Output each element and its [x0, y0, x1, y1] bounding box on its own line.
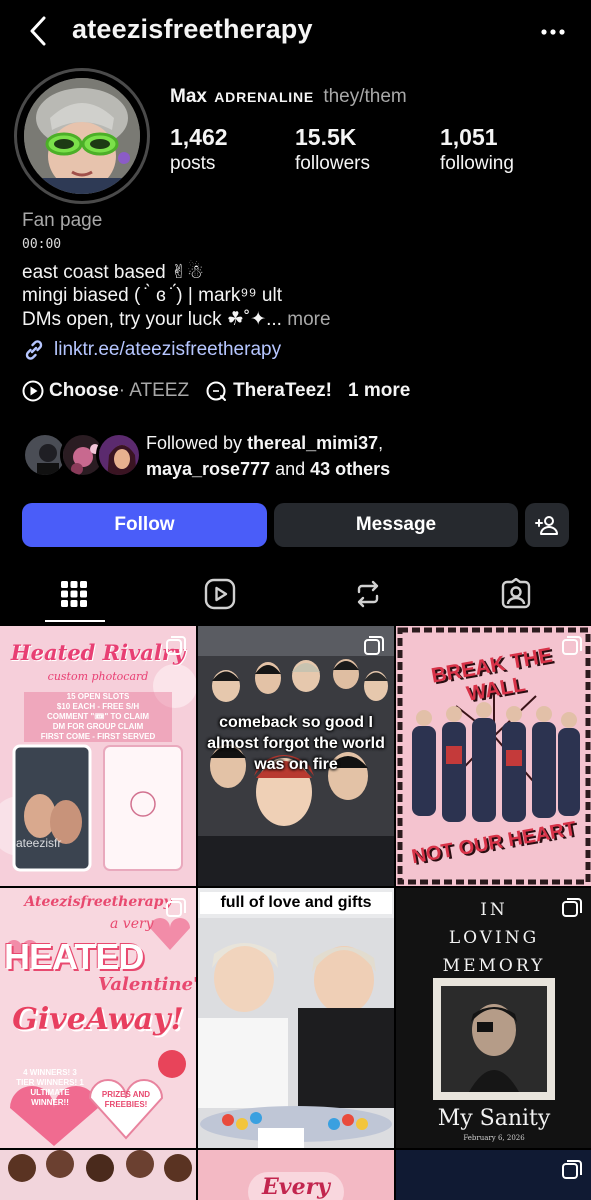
- more-options-icon[interactable]: [539, 18, 567, 46]
- carousel-icon: [562, 1160, 582, 1179]
- post-4-heated: HEATED: [4, 936, 144, 977]
- post-4-winners: 4 WINNERS! 3 TIER WINNERS! 1 ULTIMATE WI…: [16, 1068, 84, 1107]
- post-thumbnail[interactable]: [396, 1150, 591, 1200]
- post-6-date: February 6, 2026: [463, 1134, 525, 1142]
- bio-line-1: east coast based ✌︎☃: [22, 262, 204, 283]
- music-play-icon: [22, 380, 44, 402]
- post-4-giveaway: GiveAway!: [12, 1002, 184, 1037]
- post-4-avery: a very: [110, 916, 154, 932]
- message-button[interactable]: Message: [274, 503, 518, 547]
- more-links-button[interactable]: 1 more: [348, 380, 410, 402]
- post-8-text: Every: [262, 1174, 330, 1200]
- mutual-user-1: thereal_mimi37: [247, 433, 379, 453]
- post-6-memorial-photo: [433, 978, 555, 1100]
- following-count[interactable]: 1,051 following: [440, 124, 514, 175]
- reels-icon: [204, 578, 236, 610]
- channel-name[interactable]: TheraTeez!: [233, 380, 332, 402]
- post-thumbnail[interactable]: Every: [198, 1150, 394, 1200]
- tab-tagged[interactable]: [486, 564, 546, 624]
- post-thumbnail[interactable]: IN LOVING MEMORY My Sanity February 6, 2…: [396, 888, 591, 1148]
- bio-more-link[interactable]: more: [282, 309, 330, 330]
- carousel-icon: [166, 898, 186, 917]
- profile-avatar[interactable]: [24, 78, 140, 194]
- pronouns: they/them: [323, 86, 407, 107]
- post-thumbnail[interactable]: comeback so good I almost forgot the wor…: [198, 626, 394, 886]
- post-2-caption: comeback so good I almost forgot the wor…: [207, 714, 385, 773]
- posts-count[interactable]: 1,462 posts: [170, 124, 228, 175]
- posts-label: posts: [170, 153, 216, 174]
- post-1-details: 15 OPEN SLOTS $10 EACH - FREE S/H COMMEN…: [24, 692, 172, 742]
- mutual-user-2: maya_rose777: [146, 459, 271, 479]
- followed-by-text[interactable]: Followed by thereal_mimi37, maya_rose777…: [146, 430, 390, 482]
- post-1-line: COMMENT "🎟" TO CLAIM: [46, 712, 150, 721]
- threads-chat-icon: [206, 381, 227, 401]
- following-label: following: [440, 153, 514, 174]
- tab-posts-grid[interactable]: [44, 564, 104, 624]
- display-name: Max: [170, 86, 207, 107]
- post-6-loving: LOVING: [448, 928, 540, 948]
- post-thumbnail[interactable]: Ateezisfreetherapy a very HEATED Valenti…: [0, 888, 196, 1148]
- followed-by-comma: ,: [378, 433, 384, 453]
- bio-link-text: linktr.ee/ateezisfreetherapy: [54, 339, 282, 360]
- profile-extras-row: Choose · ATEEZ TheraTeez! 1 more: [22, 380, 410, 402]
- follow-button[interactable]: Follow: [22, 503, 267, 547]
- post-4-valentines: Valentine's: [98, 974, 196, 995]
- post-thumbnail[interactable]: Heated Rivalry custom photocard 15 OPEN …: [0, 626, 196, 886]
- post-thumbnail[interactable]: BREAK THE WALL NOT OUR HEART: [396, 626, 591, 886]
- post-thumbnail[interactable]: full of love and gifts: [198, 888, 394, 1148]
- grid-icon: [61, 581, 87, 607]
- followers-value: 15.5K: [295, 124, 357, 150]
- active-tab-indicator: [45, 620, 105, 622]
- bio-link[interactable]: linktr.ee/ateezisfreetherapy: [22, 338, 281, 362]
- carousel-icon: [364, 636, 384, 655]
- back-arrow-icon[interactable]: [24, 14, 54, 48]
- bio-line-2: mingi biased ( ̇ ̀ ɞ ̇ ́) | mark⁹⁹ ult: [22, 285, 282, 306]
- tab-reposts[interactable]: [338, 564, 398, 624]
- link-icon: [25, 340, 43, 360]
- post-1-subtitle: custom photocard: [47, 670, 149, 683]
- post-1-line: $10 EACH - FREE S/H: [56, 702, 140, 711]
- profile-username: ateezisfreetherapy: [72, 14, 313, 44]
- followed-by-prefix: Followed by: [146, 433, 248, 453]
- top-bar: ateezisfreetherapy: [0, 0, 591, 64]
- display-name-stylized: ADRENALINE: [214, 89, 315, 105]
- carousel-icon: [166, 636, 186, 655]
- followed-by-and: and: [270, 459, 311, 479]
- profile-name-row: Max ADRENALINE they/them: [170, 86, 407, 108]
- add-person-icon: [535, 516, 558, 535]
- followers-label: followers: [295, 153, 370, 174]
- carousel-icon: [562, 636, 582, 655]
- post-1-watermark: ateezisfr: [16, 836, 62, 850]
- mutual-follower-avatar-3: [96, 432, 142, 478]
- bio-line-3: DMs open, try your luck ☘˚✦... more: [22, 308, 331, 331]
- post-thumbnail[interactable]: [0, 1150, 196, 1200]
- profile-song-artist: · ATEEZ: [118, 380, 190, 401]
- profile-category: Fan page: [22, 210, 103, 231]
- tagged-icon: [501, 578, 531, 609]
- post-5-caption: full of love and gifts: [200, 892, 392, 914]
- post-1-line: 15 OPEN SLOTS: [66, 692, 130, 701]
- following-value: 1,051: [440, 124, 498, 150]
- reposts-icon: [357, 580, 379, 608]
- post-6-sanity: My Sanity: [437, 1106, 551, 1131]
- profile-song-title[interactable]: Choose: [49, 380, 119, 402]
- post-1-line: FIRST COME - FIRST SERVED: [40, 732, 156, 741]
- profile-tabs: [0, 564, 591, 624]
- carousel-icon: [562, 898, 582, 917]
- posts-value: 1,462: [170, 124, 228, 150]
- suggested-accounts-button[interactable]: [525, 503, 569, 547]
- post-6-memory: MEMORY: [442, 956, 546, 976]
- mutual-others-count: 43 others: [310, 459, 391, 479]
- bio-time: 00:00: [22, 237, 62, 252]
- post-4-prizes: PRIZES AND FREEBIES!: [101, 1090, 151, 1109]
- bio-line-3-text: DMs open, try your luck ☘˚✦...: [22, 309, 282, 330]
- post-1-line: DM FOR GROUP CLAIM: [52, 722, 144, 731]
- followers-count[interactable]: 15.5K followers: [295, 124, 370, 175]
- tab-reels[interactable]: [190, 564, 250, 624]
